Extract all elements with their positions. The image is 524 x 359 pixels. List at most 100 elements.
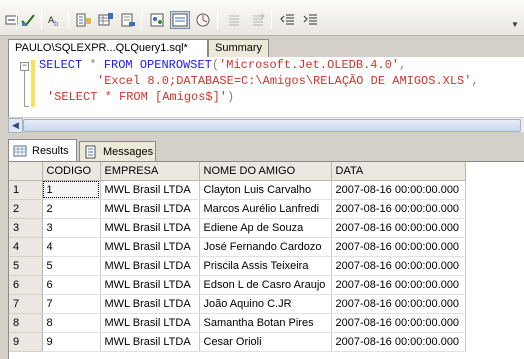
cell-nome[interactable]: Cesar Orioli xyxy=(199,332,332,352)
cell-data[interactable]: 2007-08-16 00:00:00.000 xyxy=(331,218,466,238)
parse-icon[interactable]: Ab xyxy=(45,11,65,29)
cell-nome[interactable]: João Aquino C.JR xyxy=(199,294,332,314)
cell-empresa[interactable]: MWL Brasil LTDA xyxy=(100,256,200,276)
table-row[interactable]: 5 5 MWL Brasil LTDA Priscila Assis Teixeira… xyxy=(9,256,466,276)
cell-codigo[interactable]: 5 xyxy=(42,256,101,276)
cell-nome[interactable]: Samantha Botan Pires xyxy=(199,313,332,333)
table-row[interactable]: 1 1 MWL Brasil LTDA Clayton Luis Carvalho 20… xyxy=(9,180,466,200)
cell-data[interactable]: 2007-08-16 00:00:00.000 xyxy=(331,332,466,352)
column-header[interactable]: CODIGO xyxy=(42,162,101,181)
scroll-left-icon[interactable]: ◀ xyxy=(8,118,23,133)
comment-icon[interactable] xyxy=(224,11,244,29)
cell-nome[interactable]: Marcos Aurélio Lanfredi xyxy=(199,199,332,219)
table-row[interactable]: 9 9 MWL Brasil LTDA Cesar Orioli 2007-08-16 … xyxy=(9,332,466,352)
paren-close: ) xyxy=(227,90,235,104)
document-tabs: PAULO\SQLEXPR...QLQuery1.sql* Summary xyxy=(0,37,524,57)
row-number[interactable]: 2 xyxy=(9,199,43,219)
code-line-3: 'SELECT * FROM [Amigos$]') xyxy=(47,89,234,105)
cell-empresa[interactable]: MWL Brasil LTDA xyxy=(100,199,200,219)
row-number[interactable]: 3 xyxy=(9,218,43,238)
kw-from: FROM xyxy=(103,58,133,72)
cell-data[interactable]: 2007-08-16 00:00:00.000 xyxy=(331,313,466,333)
cell-codigo[interactable]: 7 xyxy=(42,294,101,314)
decrease-indent-icon[interactable] xyxy=(278,11,298,29)
cell-data[interactable]: 2007-08-16 00:00:00.000 xyxy=(331,180,466,200)
cell-codigo[interactable]: 4 xyxy=(42,237,101,257)
tab-query-label: PAULO\SQLEXPR...QLQuery1.sql* xyxy=(15,42,188,54)
chevron-down-icon[interactable]: ▼ xyxy=(511,20,519,29)
client-stats-icon[interactable] xyxy=(193,11,213,29)
tab-messages-label: Messages xyxy=(103,145,154,158)
cell-codigo[interactable]: 6 xyxy=(42,275,101,295)
cell-data[interactable]: 2007-08-16 00:00:00.000 xyxy=(331,237,466,257)
table-row[interactable]: 8 8 MWL Brasil LTDA Samantha Botan Pires 200… xyxy=(9,313,466,333)
change-marker xyxy=(31,60,35,107)
row-number[interactable]: 6 xyxy=(9,275,43,295)
results-to-grid-icon[interactable] xyxy=(96,11,116,29)
results-tabs: Results Messages xyxy=(0,133,524,161)
tab-results-label: Results xyxy=(32,144,69,157)
cell-empresa[interactable]: MWL Brasil LTDA xyxy=(100,218,200,238)
cell-empresa[interactable]: MWL Brasil LTDA xyxy=(100,180,200,200)
row-number[interactable]: 5 xyxy=(9,256,43,276)
include-plan-icon[interactable] xyxy=(170,11,190,29)
paren-open: ( xyxy=(211,58,220,72)
cell-nome[interactable]: Edson L de Casro Araujo xyxy=(199,275,332,295)
tab-query[interactable]: PAULO\SQLEXPR...QLQuery1.sql* xyxy=(8,39,208,57)
cell-nome[interactable]: Ediene Ap de Souza xyxy=(199,218,332,238)
cell-codigo[interactable]: 3 xyxy=(42,218,101,238)
code-line-2: 'Excel 8.0;DATABASE=C:\Amigos\RELAÇÃO DE… xyxy=(97,73,479,89)
table-row[interactable]: 2 2 MWL Brasil LTDA Marcos Aurélio Lanfredi… xyxy=(9,199,466,219)
tab-summary[interactable]: Summary xyxy=(208,39,269,57)
results-to-text-icon[interactable] xyxy=(74,11,94,29)
comma-1: , xyxy=(399,58,407,72)
cell-empresa[interactable]: MWL Brasil LTDA xyxy=(100,313,200,333)
op-star: * xyxy=(82,58,104,72)
cell-empresa[interactable]: MWL Brasil LTDA xyxy=(100,332,200,352)
collapse-icon[interactable]: − xyxy=(20,62,29,71)
display-plan-icon[interactable] xyxy=(147,11,167,29)
grid-icon xyxy=(13,144,27,158)
check-syntax-icon[interactable] xyxy=(18,11,38,29)
table-row[interactable]: 7 7 MWL Brasil LTDA João Aquino C.JR 2007-08… xyxy=(9,294,466,314)
row-number-header[interactable] xyxy=(9,162,43,181)
cell-data[interactable]: 2007-08-16 00:00:00.000 xyxy=(331,199,466,219)
cell-data[interactable]: 2007-08-16 00:00:00.000 xyxy=(331,275,466,295)
row-number[interactable]: 1 xyxy=(9,180,43,200)
column-header[interactable]: EMPRESA xyxy=(100,162,200,181)
column-header[interactable]: DATA xyxy=(331,162,466,181)
header-row: CODIGO EMPRESA NOME DO AMIGO DATA xyxy=(9,162,466,181)
cell-codigo[interactable]: 2 xyxy=(42,199,101,219)
results-to-file-icon[interactable] xyxy=(118,11,138,29)
results-grid[interactable]: CODIGO EMPRESA NOME DO AMIGO DATA 1 1 MWL … xyxy=(8,161,524,359)
increase-indent-icon[interactable] xyxy=(301,11,321,29)
cell-nome[interactable]: Priscila Assis Teixeira xyxy=(199,256,332,276)
cell-codigo[interactable]: 8 xyxy=(42,313,101,333)
column-header[interactable]: NOME DO AMIGO xyxy=(199,162,332,181)
cell-empresa[interactable]: MWL Brasil LTDA xyxy=(100,275,200,295)
results-table: CODIGO EMPRESA NOME DO AMIGO DATA 1 1 MWL … xyxy=(9,162,466,352)
cell-nome[interactable]: José Fernando Cardozo xyxy=(199,237,332,257)
table-row[interactable]: 3 3 MWL Brasil LTDA Ediene Ap de Souza 2007-… xyxy=(9,218,466,238)
cell-data[interactable]: 2007-08-16 00:00:00.000 xyxy=(331,294,466,314)
uncomment-icon[interactable] xyxy=(248,11,268,29)
table-row[interactable]: 6 6 MWL Brasil LTDA Edson L de Casro Araujo… xyxy=(9,275,466,295)
cell-codigo[interactable]: 1 xyxy=(42,180,101,200)
string-datasource: 'Excel 8.0;DATABASE=C:\Amigos\RELAÇÃO DE… xyxy=(97,74,472,88)
cell-empresa[interactable]: MWL Brasil LTDA xyxy=(100,294,200,314)
editor-hscrollbar[interactable]: ◀ xyxy=(8,117,524,133)
cell-empresa[interactable]: MWL Brasil LTDA xyxy=(100,237,200,257)
row-number[interactable]: 8 xyxy=(9,313,43,333)
table-row[interactable]: 4 4 MWL Brasil LTDA José Fernando Cardozo 20… xyxy=(9,237,466,257)
tab-messages[interactable]: Messages xyxy=(79,141,156,161)
outline-end xyxy=(24,106,29,107)
cell-data[interactable]: 2007-08-16 00:00:00.000 xyxy=(331,256,466,276)
scroll-thumb[interactable] xyxy=(23,119,521,132)
query-editor[interactable]: − SELECT * FROM OPENROWSET('Microsoft.Je… xyxy=(8,57,524,117)
cell-codigo[interactable]: 9 xyxy=(42,332,101,352)
tab-results[interactable]: Results xyxy=(8,139,77,161)
row-number[interactable]: 7 xyxy=(9,294,43,314)
row-number[interactable]: 9 xyxy=(9,332,43,352)
row-number[interactable]: 4 xyxy=(9,237,43,257)
cell-nome[interactable]: Clayton Luis Carvalho xyxy=(199,180,332,200)
